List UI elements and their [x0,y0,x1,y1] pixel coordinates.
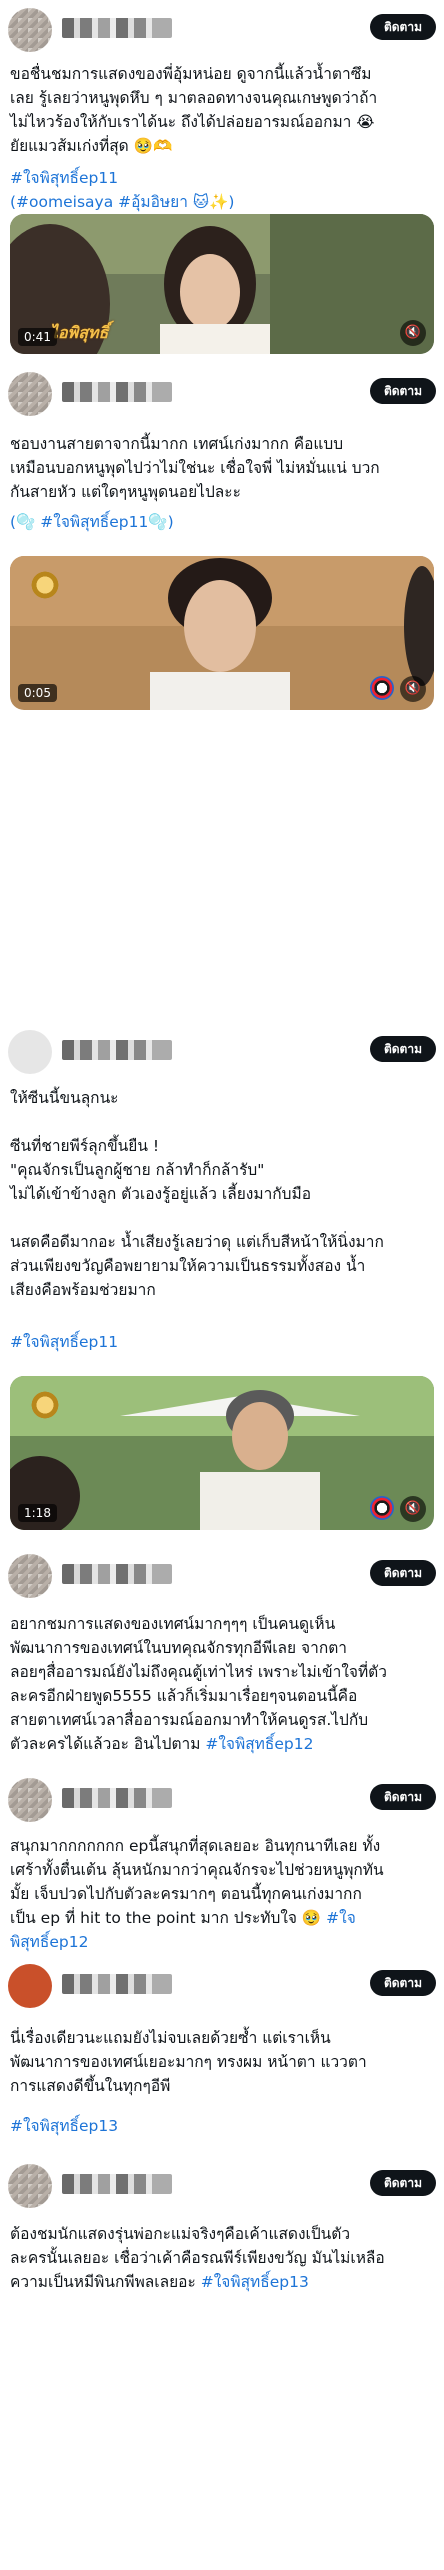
avatar[interactable] [8,1030,52,1074]
follow-button[interactable]: ติดตาม [369,1970,436,1996]
username-blurred[interactable] [62,1974,172,1994]
username-blurred[interactable] [62,382,172,402]
post-text: นี่เรื่องเดียวนะแถมยังไม่จบเลยด้วยซ้ำ แต… [10,2029,367,2095]
follow-button[interactable]: ติดตาม [369,1784,436,1810]
post-hashtags[interactable]: #ใจพิสุทธิ์ep11 [10,1330,434,1354]
follow-button[interactable]: ติดตาม [369,1036,436,1062]
post-hashtags[interactable]: #ใจพิสุทธิ์ep11 (#oomeisaya #อุ้มอิษยา 🐱… [10,166,434,214]
follow-button[interactable]: ติดตาม [369,14,436,40]
follow-button[interactable]: ติดตาม [369,2170,436,2196]
post-text: ขอชื่นชมการแสดงของพี่อุ้มหน่อย ดูจากนี้แ… [10,65,378,155]
avatar[interactable] [8,8,52,52]
video-player[interactable]: 1:18 🔇 [10,1376,434,1530]
follow-button[interactable]: ติดตาม [369,378,436,404]
post-text: ชอบงานสายตาจากนี้มากก เทศน์เก่งมากก คือแ… [10,435,380,501]
video-duration: 0:05 [18,684,57,702]
speaker-muted-icon[interactable]: 🔇 [400,676,426,702]
post-hashtag[interactable]: #ใจพิสุทธิ์ep12 [205,1735,313,1753]
post-header: ติดตาม [8,2162,436,2210]
username-blurred[interactable] [62,18,172,38]
post-hashtag[interactable]: #ใจ [326,1909,356,1927]
avatar[interactable] [8,2164,52,2208]
channel-logo-icon [370,676,394,700]
post-header: ติดตาม [8,6,436,54]
post-header: ติดตาม [8,1776,436,1824]
post-header: ติดตาม [8,370,436,418]
post-text: ให้ซีนนี้ขนลุกนะ ซีนที่ชายพีร์ลุกขึ้นยืน… [10,1089,384,1299]
post-text: ต้องชมนักแสดงรุ่นพ่อกะแม่จริงๆคือเค้าแสด… [10,2222,434,2294]
follow-button[interactable]: ติดตาม [369,1560,436,1586]
avatar[interactable] [8,1778,52,1822]
post-header: ติดตาม [8,1962,436,2010]
video-player[interactable]: 0:05 🔇 [10,556,434,710]
avatar[interactable] [8,1964,52,2008]
channel-logo-icon [370,1496,394,1520]
username-blurred[interactable] [62,1040,172,1060]
channel-crest-icon [28,1388,62,1422]
username-blurred[interactable] [62,2174,172,2194]
post-header: ติดตาม [8,1552,436,1600]
video-player[interactable]: ไอพิสุทธิ์ 0:41 🔇 [10,214,434,354]
speaker-muted-icon[interactable]: 🔇 [400,1496,426,1522]
post-text: อยากชมการแสดงของเทศน์มากๆๆๆ เป็นคนดูเห็น… [10,1612,434,1756]
post-text: สนุกมากกกกกกก epนี้สนุกที่สุดเลยอะ อินทุ… [10,1834,434,1930]
username-blurred[interactable] [62,1564,172,1584]
post-header: ติดตาม [8,1028,436,1076]
channel-crest-icon [28,568,62,602]
channel-watermark: ไอพิสุทธิ์ [50,323,109,342]
post-hashtags[interactable]: (🫧 #ใจพิสุทธิ์ep11🫧) [10,510,434,534]
post-hashtag-continued[interactable]: พิสุทธิ์ep12 [10,1930,434,1954]
username-blurred[interactable] [62,1788,172,1808]
post-hashtags[interactable]: #ใจพิสุทธิ์ep13 [10,2114,434,2138]
video-duration: 1:18 [18,1504,57,1522]
avatar[interactable] [8,1554,52,1598]
post-hashtag[interactable]: #ใจพิสุทธิ์ep13 [201,2273,309,2291]
video-duration: 0:41 [18,328,57,346]
post-text-body: ต้องชมนักแสดงรุ่นพ่อกะแม่จริงๆคือเค้าแสด… [10,2225,385,2291]
avatar[interactable] [8,372,52,416]
speaker-muted-icon[interactable]: 🔇 [400,320,426,346]
post-text-body: อยากชมการแสดงของเทศน์มากๆๆๆ เป็นคนดูเห็น… [10,1615,387,1753]
